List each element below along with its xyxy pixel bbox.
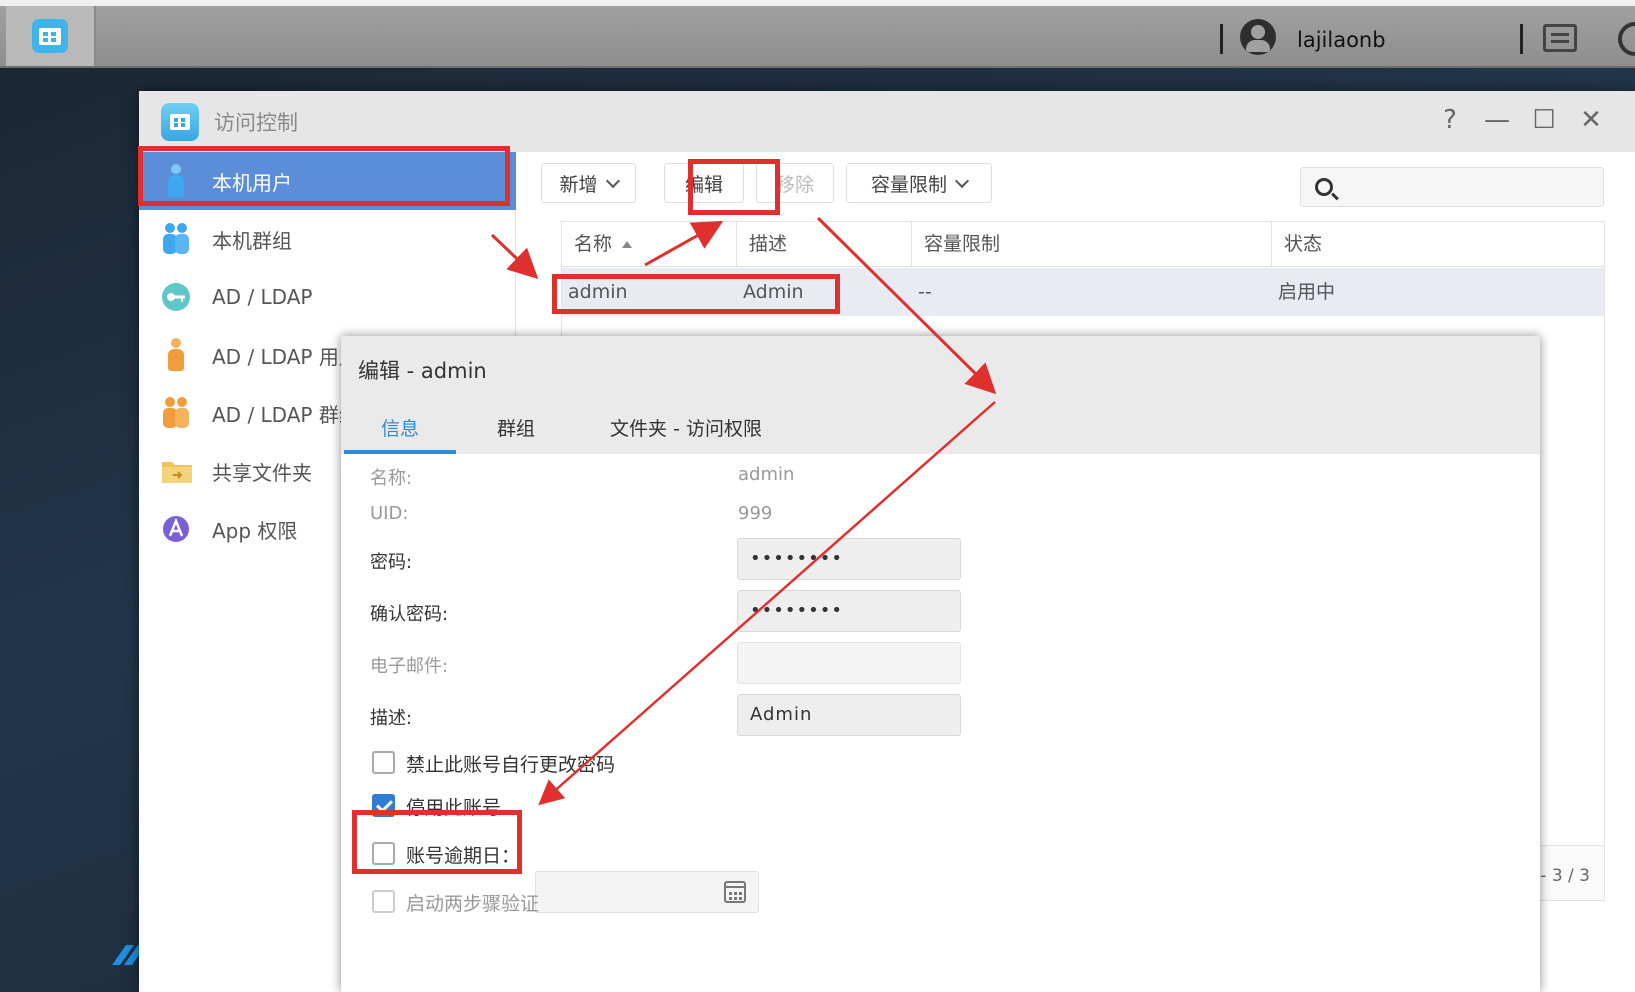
two-step-verification-label: 启动两步骤验证: [406, 893, 540, 915]
two-step-verification-checkbox[interactable]: [372, 890, 395, 913]
cell-status: 启用中: [1278, 281, 1336, 303]
column-header-description[interactable]: 描述: [737, 222, 912, 267]
close-icon[interactable]: ✕: [1576, 105, 1606, 135]
chevron-down-icon: [605, 173, 620, 188]
tab-info[interactable]: 信息: [344, 414, 456, 454]
column-header-status[interactable]: 状态: [1272, 222, 1606, 267]
user-avatar-icon[interactable]: [1240, 19, 1276, 55]
confirm-password-label: 确认密码:: [370, 604, 449, 625]
resource-monitor-icon[interactable]: [1618, 22, 1635, 56]
email-field[interactable]: [737, 642, 961, 684]
edit-user-dialog: 编辑 - admin 信息 群组 文件夹 - 访问权限 名称: admin UI…: [341, 336, 1540, 992]
app-icon: [161, 512, 191, 546]
help-icon[interactable]: ?: [1435, 105, 1465, 135]
column-header-quota[interactable]: 容量限制: [912, 222, 1272, 267]
description-label: 描述:: [370, 708, 413, 729]
sidebar-item-label: App 权限: [212, 518, 298, 543]
table-header: 名称 描述 容量限制 状态: [562, 222, 1604, 267]
remove-button[interactable]: 移除: [756, 163, 834, 203]
disable-account-checkbox[interactable]: [372, 794, 395, 817]
uid-label: UID:: [370, 503, 409, 524]
window-titlebar: 访问控制 ? — ☐ ✕: [139, 91, 1635, 152]
sidebar-item-label: AD / LDAP: [212, 285, 313, 309]
add-button[interactable]: 新增: [541, 163, 636, 203]
confirm-password-field[interactable]: ••••••••: [737, 590, 961, 632]
column-header-name[interactable]: 名称: [562, 222, 737, 267]
cell-name: admin: [568, 281, 628, 303]
account-expiry-checkbox[interactable]: [372, 842, 395, 865]
email-label: 电子邮件:: [370, 656, 449, 677]
disallow-password-change-label: 禁止此账号自行更改密码: [406, 754, 616, 776]
calendar-icon[interactable]: [724, 881, 746, 903]
user-icon: [161, 338, 191, 372]
description-field[interactable]: Admin: [737, 694, 961, 736]
remove-button-label: 移除: [775, 173, 814, 196]
edit-button-label: 编辑: [684, 173, 723, 196]
sidebar-item-label: 本机群组: [212, 228, 292, 253]
control-panel-icon: [32, 19, 68, 53]
taskbar-app-button[interactable]: [6, 6, 96, 66]
cell-quota: --: [918, 281, 932, 303]
sort-ascending-icon: [622, 241, 633, 248]
quota-button-label: 容量限制: [870, 173, 947, 196]
search-input[interactable]: [1300, 167, 1604, 207]
add-button-label: 新增: [559, 173, 598, 196]
password-field[interactable]: ••••••••: [737, 538, 961, 580]
tab-folder-permissions[interactable]: 文件夹 - 访问权限: [596, 414, 776, 454]
disallow-password-change-checkbox[interactable]: [372, 751, 395, 774]
disable-account-label: 停用此账号: [406, 797, 502, 819]
name-value: admin: [738, 464, 795, 485]
dialog-title: 编辑 - admin: [358, 359, 487, 383]
account-expiry-label: 账号逾期日：: [406, 845, 521, 867]
sidebar-item-label: 共享文件夹: [212, 460, 312, 485]
uid-value: 999: [738, 503, 773, 524]
sidebar-item-label: AD / LDAP 群组: [212, 402, 359, 427]
control-panel-icon: [161, 103, 199, 141]
sidebar-item-label: 本机用户: [212, 170, 292, 195]
chevron-down-icon: [954, 173, 970, 188]
dialog-header: 编辑 - admin 信息 群组 文件夹 - 访问权限: [341, 336, 1540, 454]
message-icon[interactable]: [1543, 24, 1577, 52]
minimize-icon[interactable]: —: [1482, 105, 1512, 135]
taskbar-separator: [1520, 24, 1523, 54]
window-title: 访问控制: [214, 111, 298, 135]
table-row[interactable]: admin Admin -- 启用中: [562, 268, 1604, 316]
user-icon: [161, 164, 191, 198]
quota-button[interactable]: 容量限制: [846, 163, 992, 203]
group-icon: [161, 396, 191, 430]
edit-button[interactable]: 编辑: [664, 163, 744, 203]
sidebar-item-local-users[interactable]: 本机用户: [139, 152, 516, 210]
name-label: 名称:: [370, 468, 413, 489]
sidebar-item-ad-ldap[interactable]: AD / LDAP: [139, 268, 516, 326]
password-label: 密码:: [370, 552, 413, 573]
taskbar-username[interactable]: lajilaonb: [1297, 28, 1386, 52]
expiry-date-input[interactable]: [535, 871, 759, 913]
tab-groups[interactable]: 群组: [471, 414, 561, 454]
folder-icon: [161, 454, 192, 488]
taskbar: lajilaonb: [0, 0, 1635, 68]
key-icon: [161, 280, 191, 314]
cell-description: Admin: [743, 281, 804, 303]
sidebar-item-label: AD / LDAP 用户: [212, 344, 359, 369]
group-icon: [161, 222, 191, 256]
pager-info: - 3 / 3: [1540, 866, 1590, 886]
sidebar-item-local-groups[interactable]: 本机群组: [139, 210, 516, 268]
taskbar-separator: [1220, 24, 1223, 54]
maximize-icon[interactable]: ☐: [1529, 105, 1559, 135]
search-icon: [1315, 178, 1333, 196]
